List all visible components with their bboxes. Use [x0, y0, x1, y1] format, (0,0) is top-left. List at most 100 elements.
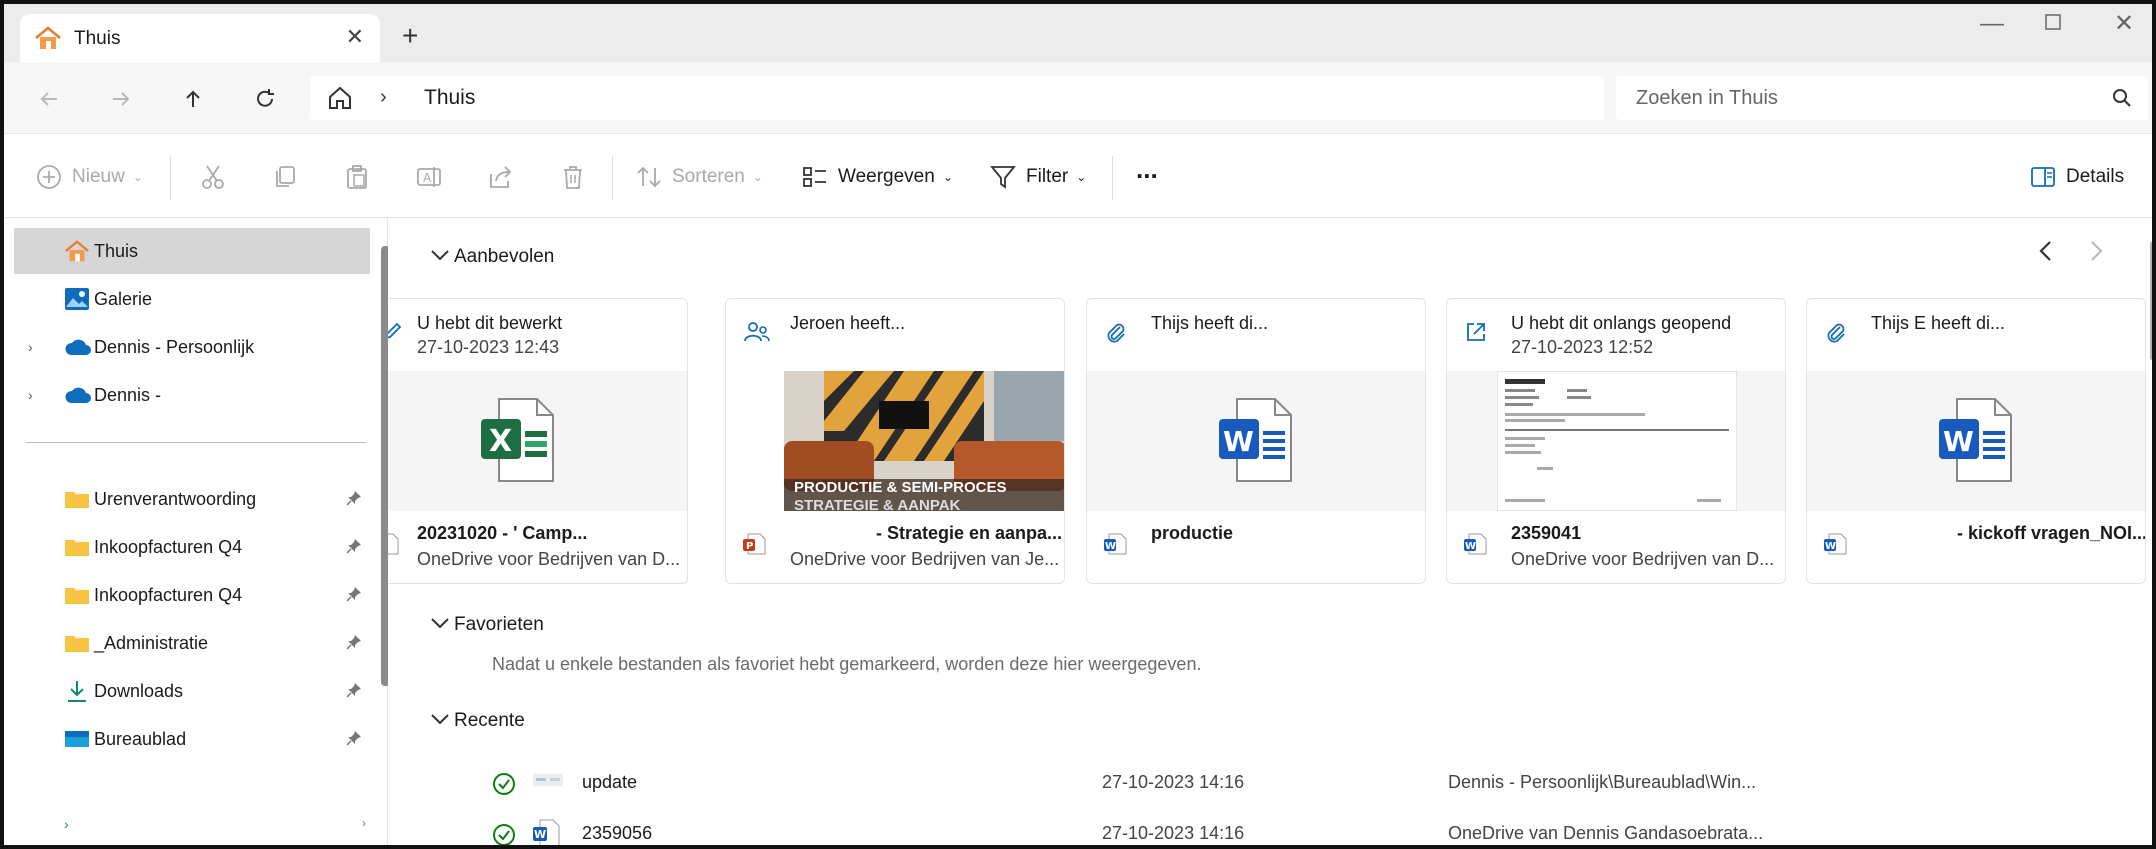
copy-button[interactable] [272, 160, 298, 194]
card-thumbnail-document [1447, 371, 1785, 511]
maximize-button[interactable] [2044, 12, 2062, 36]
sidebar-item-downloads[interactable]: Downloads [14, 668, 370, 714]
folder-icon [65, 540, 89, 556]
thumbnail-caption: PRODUCTIE & SEMI-PROCES [794, 479, 1007, 496]
open-external-icon [1467, 323, 1485, 341]
rename-button[interactable]: A [416, 160, 442, 194]
recent-file-date: 27-10-2023 14:16 [1102, 823, 1245, 843]
forward-button[interactable] [104, 82, 138, 116]
pin-icon[interactable] [346, 538, 362, 554]
sidebar-item-administratie[interactable]: _Administratie [14, 620, 370, 666]
pin-icon[interactable] [346, 730, 362, 746]
share-button[interactable] [488, 160, 514, 194]
folder-icon [65, 588, 89, 604]
chevron-down-icon: ⌄ [942, 170, 953, 184]
filter-button[interactable]: Filter ⌄ [990, 160, 1086, 194]
home-icon [65, 240, 89, 262]
recommended-card[interactable]: U hebt dit onlangs geopend 27-10-2023 12… [1446, 298, 1786, 584]
close-window-button[interactable]: ✕ [2114, 12, 2134, 36]
recent-file-location: OneDrive van Dennis Gandasoebrata... [1448, 823, 1764, 843]
sidebar-item-label: Bureaublad [94, 728, 187, 749]
copy-icon [276, 166, 295, 187]
file-explorer-window: Thuis ✕ + — ✕ › Thuis Zoeken in Thuis Ni… [0, 0, 2156, 849]
card-file-name: - kickoff vragen_NOI... [1957, 523, 2146, 543]
word-icon: W [1104, 533, 1127, 555]
breadcrumb-current[interactable]: Thuis [424, 86, 475, 110]
navigation-pane: Thuis Galerie › Dennis - Persoonlijk › D… [8, 218, 390, 845]
chevron-right-icon[interactable]: › [28, 387, 33, 403]
pin-icon[interactable] [346, 490, 362, 506]
svg-text:W: W [1105, 541, 1116, 552]
card-file-location: OneDrive voor Bedrijven van D... [417, 549, 681, 569]
sidebar-item-inkoopfacturen-q4-2[interactable]: Inkoopfacturen Q4 [14, 572, 370, 618]
word-file-icon: W [1939, 398, 2012, 482]
search-input[interactable]: Zoeken in Thuis [1636, 87, 1778, 110]
delete-button[interactable] [560, 160, 586, 194]
sidebar-item-thuis[interactable]: Thuis [14, 228, 370, 274]
card-thumbnail: W [1087, 371, 1425, 511]
sort-button[interactable]: Sorteren ⌄ [636, 160, 763, 194]
search-icon[interactable] [2112, 88, 2132, 108]
table-row[interactable]: W 2359056 27-10-2023 14:16 OneDrive van … [388, 809, 2152, 845]
sort-label: Sorteren [672, 166, 745, 187]
pin-icon[interactable] [346, 586, 362, 602]
card-activity: Thijs heeft di... [1151, 313, 1269, 333]
recommended-card[interactable]: Thijs heeft di... W W productie [1086, 298, 1426, 584]
excel-file-icon: X [481, 398, 554, 482]
plus-circle-icon [37, 165, 61, 189]
recommended-card[interactable]: U hebt dit bewerkt 27-10-2023 12:43 X 20… [388, 298, 688, 584]
section-aanbevolen[interactable]: Aanbevolen [431, 246, 554, 268]
maximize-icon [2045, 14, 2061, 30]
chevron-down-icon[interactable] [430, 248, 450, 262]
chevron-right-icon[interactable]: › [380, 86, 387, 109]
paste-button[interactable] [344, 160, 370, 194]
arrow-up-icon [186, 90, 200, 107]
arrow-right-icon [113, 92, 130, 106]
cut-button[interactable] [200, 160, 226, 194]
recommended-card[interactable]: Jeroen heeft... PRODUCTIE & SEMI-PROCES [725, 298, 1065, 584]
sidebar-item-inkoopfacturen-q4[interactable]: Inkoopfacturen Q4 [14, 524, 370, 570]
back-button[interactable] [32, 82, 66, 116]
up-button[interactable] [176, 82, 210, 116]
close-icon[interactable]: ✕ [346, 24, 364, 50]
new-tab-button[interactable]: + [402, 22, 418, 50]
content-scrollbar[interactable] [2150, 242, 2152, 360]
folder-icon [65, 636, 89, 652]
svg-text:W: W [1943, 425, 1974, 458]
sidebar-divider [26, 442, 366, 443]
new-button[interactable]: Nieuw ⌄ [36, 160, 143, 194]
section-recente[interactable]: Recente [431, 710, 525, 732]
sidebar-item-bureaublad[interactable]: Bureaublad [14, 716, 370, 762]
favorites-empty-message: Nadat u enkele bestanden als favoriet he… [492, 654, 1202, 674]
home-outline-icon[interactable] [326, 84, 354, 112]
chevron-down-icon[interactable] [430, 712, 450, 726]
card-file-name: - Strategie en aanpa... [876, 523, 1063, 543]
chevron-right-icon[interactable] [2086, 240, 2106, 262]
refresh-button[interactable] [248, 82, 282, 116]
more-icon: ... [1136, 153, 1158, 184]
sidebar-item-label: _Administratie [94, 632, 209, 653]
scissors-icon [202, 165, 224, 189]
view-button[interactable]: Weergeven ⌄ [802, 160, 953, 194]
pin-icon[interactable] [346, 682, 362, 698]
table-row[interactable]: update 27-10-2023 14:16 Dennis - Persoon… [388, 758, 2152, 808]
search-box[interactable]: Zoeken in Thuis [1616, 76, 2148, 120]
sidebar-item-dennis-business[interactable]: › Dennis - [14, 372, 370, 418]
card-file-name: productie [1151, 523, 1234, 543]
chevron-down-icon[interactable] [430, 616, 450, 630]
address-bar[interactable]: › Thuis [310, 76, 1604, 120]
pin-icon[interactable] [346, 634, 362, 650]
chevron-left-icon[interactable] [2036, 240, 2056, 262]
card-file-name: 20231020 - ' Camp... [417, 523, 588, 543]
scroll-right-arrow[interactable]: › [362, 816, 366, 830]
chevron-right-icon[interactable]: › [28, 339, 33, 355]
sidebar-item-dennis-persoonlijk[interactable]: › Dennis - Persoonlijk [14, 324, 370, 370]
section-favorieten[interactable]: Favorieten [431, 614, 544, 636]
recommended-card[interactable]: Thijs E heeft di... W W - kickoff vragen… [1806, 298, 2146, 584]
sidebar-item-urenverantwoording[interactable]: Urenverantwoording [14, 476, 370, 522]
tab-thuis[interactable]: Thuis ✕ [20, 14, 380, 62]
more-options-button[interactable]: ... [1136, 152, 1158, 186]
minimize-button[interactable]: — [1980, 12, 2004, 36]
details-button[interactable]: Details [2030, 160, 2124, 194]
sidebar-item-galerie[interactable]: Galerie [14, 276, 370, 322]
